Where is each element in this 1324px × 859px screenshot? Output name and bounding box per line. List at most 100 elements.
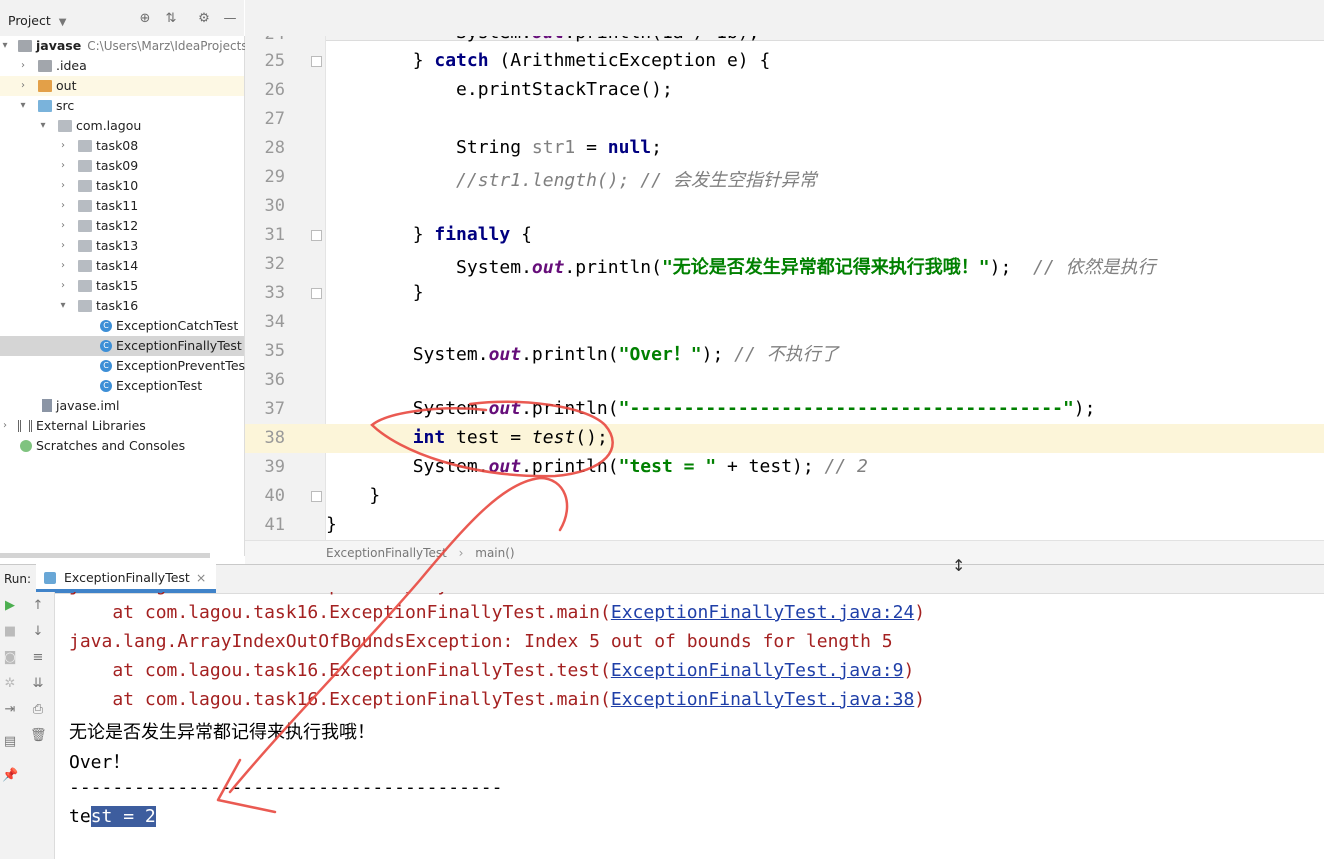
- run-header-backdrop: [55, 565, 1324, 592]
- tree-item-task13[interactable]: › task13: [0, 236, 244, 256]
- code-line-35[interactable]: System.out.println("Over！"); // 不执行了: [326, 340, 839, 366]
- line-number: 29: [264, 167, 285, 187]
- code-line-33[interactable]: }: [326, 282, 424, 303]
- tree-item-exception-prevent-test[interactable]: C ExceptionPreventTest: [0, 356, 250, 376]
- package-icon: [78, 240, 92, 252]
- chevron-down-icon[interactable]: ▾: [58, 296, 68, 316]
- tree-item-exception-catch-test[interactable]: C ExceptionCatchTest: [0, 316, 244, 336]
- code-line-25[interactable]: } catch (ArithmeticException e) {: [326, 50, 771, 71]
- chevron-right-icon[interactable]: ›: [18, 56, 28, 76]
- source-folder-icon: [38, 100, 52, 112]
- chevron-right-icon[interactable]: ›: [58, 136, 68, 156]
- locate-icon[interactable]: ⊕: [137, 11, 153, 27]
- chevron-down-icon[interactable]: ▾: [38, 116, 48, 136]
- fold-marker-icon[interactable]: [311, 56, 322, 67]
- tree-item-src[interactable]: ▾ src: [0, 96, 244, 116]
- tree-item-task09[interactable]: › task09: [0, 156, 244, 176]
- code-line-29[interactable]: //str1.length(); // 会发生空指针异常: [326, 166, 817, 192]
- tab-exception-finally-test[interactable]: ExceptionFinallyTest.java ×: [785, 10, 980, 35]
- tree-item-javase[interactable]: ▾ javase C:\Users\Marz\IdeaProjects\: [0, 36, 251, 56]
- chevron-right-icon[interactable]: ›: [58, 276, 68, 296]
- rerun-icon[interactable]: ▶: [2, 598, 18, 614]
- chevron-down-icon: ▼: [58, 17, 67, 28]
- code-line-24[interactable]: System.out.println(1a / 1b);: [326, 22, 759, 43]
- tree-item-out[interactable]: › out: [0, 76, 244, 96]
- tree-item-scratches[interactable]: Scratches and Consoles: [0, 436, 244, 456]
- tree-label: task08: [96, 138, 139, 153]
- chevron-right-icon[interactable]: ›: [0, 416, 10, 436]
- close-icon[interactable]: ×: [196, 570, 206, 585]
- tree-item-exception-test[interactable]: C ExceptionTest: [0, 376, 244, 396]
- print-icon[interactable]: ⎙: [30, 702, 46, 718]
- console-icon: [44, 572, 56, 584]
- code-line-28[interactable]: String str1 = null;: [326, 137, 662, 158]
- pin-icon[interactable]: 📌: [2, 768, 18, 784]
- stop-icon[interactable]: ■: [2, 624, 18, 640]
- exit-icon[interactable]: ⇥: [2, 702, 18, 718]
- chevron-right-icon[interactable]: ›: [58, 256, 68, 276]
- tree-item-task15[interactable]: › task15: [0, 276, 244, 296]
- code-line-32[interactable]: System.out.println("无论是否发生异常都记得来执行我哦！");…: [326, 253, 1156, 279]
- line-number: 28: [264, 138, 285, 158]
- module-file-icon: [42, 399, 52, 412]
- fold-marker-icon[interactable]: [311, 491, 322, 502]
- scroll-down-icon[interactable]: ↓: [30, 624, 46, 640]
- run-tab-overlay[interactable]: ExceptionFinallyTest ×: [36, 564, 217, 592]
- tree-item-task11[interactable]: › task11: [0, 196, 244, 216]
- chevron-right-icon[interactable]: ›: [18, 76, 28, 96]
- scroll-to-end-icon[interactable]: ⇊: [30, 676, 46, 692]
- code-line-26[interactable]: e.printStackTrace();: [326, 79, 673, 100]
- chevron-down-icon[interactable]: ▾: [0, 36, 10, 56]
- tree-item-com-lagou[interactable]: ▾ com.lagou: [0, 116, 244, 136]
- code-line-41[interactable]: }: [326, 514, 337, 535]
- tree-item-task10[interactable]: › task10: [0, 176, 244, 196]
- tree-item-idea[interactable]: › .idea: [0, 56, 244, 76]
- collapse-all-icon[interactable]: ⇅: [163, 11, 179, 27]
- console-line: at com.lagou.task16.ExceptionFinallyTest…: [69, 602, 926, 623]
- console-line[interactable]: test = 2: [69, 806, 156, 827]
- tab-label: ExceptionFinallyTest.java: [807, 13, 963, 28]
- tree-label: ExceptionCatchTest: [116, 318, 239, 333]
- debug-icon[interactable]: ✲: [2, 676, 18, 692]
- breadcrumb-method[interactable]: main(): [475, 546, 514, 560]
- code-line-37[interactable]: System.out.println("--------------------…: [326, 398, 1096, 419]
- tree-item-external-libraries[interactable]: › External Libraries: [0, 416, 244, 436]
- stack-trace-link[interactable]: ExceptionFinallyTest.java:9: [611, 660, 904, 681]
- fold-marker-icon[interactable]: [311, 230, 322, 241]
- line-number: 30: [264, 196, 285, 216]
- trash-icon[interactable]: 🗑: [30, 728, 47, 744]
- tree-item-task16[interactable]: ▾ task16: [0, 296, 244, 316]
- project-view-selector[interactable]: Project ▼: [8, 13, 66, 28]
- chevron-right-icon[interactable]: ›: [58, 236, 68, 256]
- chevron-right-icon[interactable]: ›: [58, 156, 68, 176]
- tree-item-exception-finally-test[interactable]: C ExceptionFinallyTest: [0, 336, 244, 356]
- chevron-right-icon[interactable]: ›: [58, 216, 68, 236]
- camera-icon[interactable]: ◙: [2, 650, 18, 666]
- close-icon[interactable]: ×: [969, 14, 979, 28]
- code-line-40[interactable]: }: [326, 485, 380, 506]
- horizontal-scrollbar[interactable]: [0, 553, 210, 558]
- layout-icon[interactable]: ▤: [2, 734, 18, 750]
- tree-item-task12[interactable]: › task12: [0, 216, 244, 236]
- breadcrumb-class[interactable]: ExceptionFinallyTest: [326, 546, 447, 560]
- selected-text[interactable]: st = 2: [90, 806, 156, 827]
- hide-panel-icon[interactable]: —: [222, 11, 238, 27]
- code-line-39[interactable]: System.out.println("test = " + test); //…: [326, 456, 868, 477]
- stack-trace-link[interactable]: ExceptionFinallyTest.java:24: [611, 602, 914, 623]
- fold-marker-icon[interactable]: [311, 288, 322, 299]
- gear-icon[interactable]: ⚙: [196, 11, 212, 27]
- stack-trace-link[interactable]: ExceptionFinallyTest.java:38: [611, 689, 914, 710]
- project-panel-header: Project ▼ ⊕ ⇅ ⚙ —: [0, 0, 244, 41]
- chevron-right-icon[interactable]: ›: [58, 176, 68, 196]
- code-line-31[interactable]: } finally {: [326, 224, 532, 245]
- tree-item-task14[interactable]: › task14: [0, 256, 244, 276]
- java-class-icon: [789, 15, 801, 27]
- code-line-38[interactable]: int test = test();: [326, 427, 608, 448]
- line-number: 27: [264, 109, 285, 129]
- tree-item-javase-iml[interactable]: javase.iml: [0, 396, 244, 416]
- chevron-right-icon[interactable]: ›: [58, 196, 68, 216]
- scroll-up-icon[interactable]: ↑: [30, 598, 46, 614]
- tree-item-task08[interactable]: › task08: [0, 136, 244, 156]
- soft-wrap-icon[interactable]: ≡: [30, 650, 46, 666]
- chevron-down-icon[interactable]: ▾: [18, 96, 28, 116]
